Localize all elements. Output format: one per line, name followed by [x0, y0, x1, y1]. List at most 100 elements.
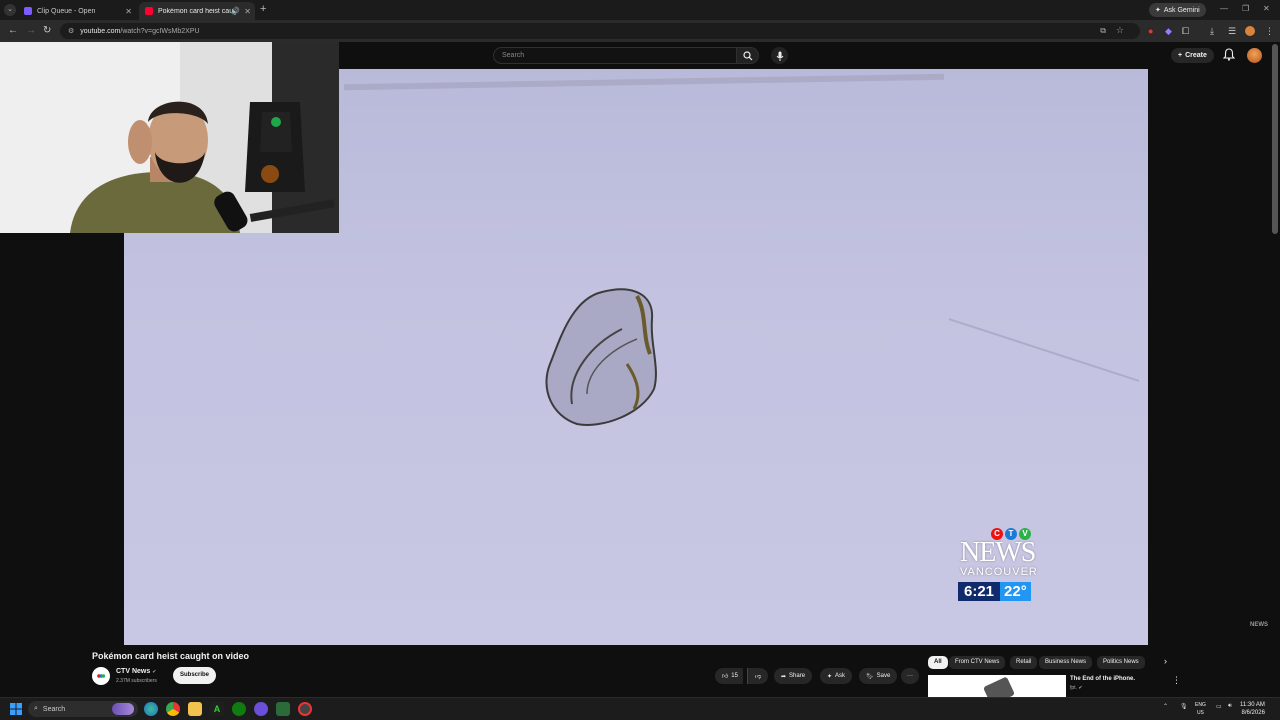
ctv-city-text: VANCOUVER [960, 566, 1038, 578]
menu-kebab-icon[interactable]: ⋮ [1265, 26, 1274, 37]
subscriber-count: 2.37M subscribers [116, 678, 157, 684]
site-info-icon[interactable]: ⚙ [68, 27, 74, 35]
xbox-icon[interactable] [232, 702, 246, 716]
chrome-icon[interactable] [166, 702, 180, 716]
ask-label: Ask [835, 673, 846, 679]
clip-queue-favicon-icon [24, 7, 32, 15]
windows-start-icon[interactable] [10, 703, 22, 715]
sidebar-icon[interactable]: ☰ [1228, 26, 1236, 37]
extension-red-icon[interactable]: ● [1148, 26, 1153, 36]
plus-icon: + [1178, 52, 1183, 59]
profile-avatar[interactable] [1245, 26, 1255, 36]
tab-search-button[interactable]: ⌄ [4, 4, 16, 16]
install-app-icon[interactable]: ⧉ [1100, 26, 1106, 36]
channel-name-text: CTV News [116, 668, 151, 675]
webcam-feed [0, 42, 339, 233]
thumbs-up-icon: 👍︎ [722, 674, 729, 680]
clock-date: 8/6/2026 [1241, 710, 1265, 716]
edge-icon[interactable] [144, 702, 158, 716]
recommended-thumbnail[interactable] [928, 675, 1066, 697]
chip-retail[interactable]: Retail [1010, 656, 1038, 669]
chip-politics-news[interactable]: Politics News [1097, 656, 1145, 669]
create-button[interactable]: + Create [1171, 48, 1214, 63]
search-icon [742, 50, 752, 60]
share-arrow-icon: ➦ [781, 673, 787, 680]
voice-search-button[interactable] [771, 47, 788, 64]
language-code: ENG [1195, 702, 1206, 708]
forward-icon[interactable]: → [26, 25, 36, 36]
microphone-icon [776, 51, 783, 61]
ask-gemini-button[interactable]: ✦ Ask Gemini [1149, 3, 1206, 17]
channel-name[interactable]: CTV News ✔ [116, 668, 156, 675]
page-scrollbar[interactable] [1272, 44, 1278, 234]
chip-all[interactable]: All [928, 656, 948, 669]
restore-icon[interactable]: ❐ [1242, 4, 1249, 13]
region-code: US [1196, 710, 1204, 716]
dislike-button[interactable]: 👎︎ [747, 668, 769, 684]
search-highlight-icon [112, 703, 134, 715]
browser-toolbar: ← → ↻ ⚙ youtube.com/watch?v=gcIWsMb2XPU … [0, 20, 1280, 42]
speaker-icon[interactable]: 🔊 [231, 7, 240, 15]
address-bar[interactable]: ⚙ youtube.com/watch?v=gcIWsMb2XPU ⧉ ☆ [60, 23, 1140, 39]
language-indicator[interactable]: ENG US [1195, 701, 1206, 717]
tray-overflow-icon[interactable]: ⌃ [1163, 703, 1168, 710]
obs-icon[interactable] [298, 702, 312, 716]
reload-icon[interactable]: ↻ [43, 25, 51, 36]
ctv-temperature: 22° [1000, 582, 1031, 601]
chip-from-ctv-news[interactable]: From CTV News [949, 656, 1006, 669]
extensions-puzzle-icon[interactable]: ⧠ [1182, 26, 1189, 37]
recommended-menu-icon[interactable]: ⋮ [1172, 675, 1181, 686]
ctv-brand-text: NEWS [960, 537, 1036, 568]
taskbar-search[interactable]: ⌕ Search [28, 701, 138, 717]
download-icon[interactable]: ⤓ [1210, 26, 1214, 37]
excel-icon[interactable] [276, 702, 290, 716]
ask-button[interactable]: ✦ Ask [820, 668, 853, 684]
file-explorer-icon[interactable] [188, 702, 202, 716]
save-button[interactable]: 🔖︎ Save [859, 668, 898, 684]
back-icon[interactable]: ← [8, 25, 18, 36]
ctv-news-logo: C T V NEWS VANCOUVER 6:21 22° [958, 528, 1048, 608]
discord-icon[interactable] [254, 702, 268, 716]
network-icon[interactable]: ▭ [1216, 703, 1222, 710]
gemini-sparkle-icon: ✦ [1155, 7, 1161, 14]
share-label: Share [789, 673, 806, 679]
ask-gemini-label: Ask Gemini [1163, 6, 1200, 14]
recommended-channel-name: fpt. [1070, 685, 1077, 691]
account-avatar[interactable] [1247, 48, 1262, 63]
app-a-icon[interactable]: A [210, 702, 224, 716]
tab-clip-queue[interactable]: Clip Queue - Open ✕ [18, 2, 136, 20]
notifications-bell-icon[interactable] [1222, 48, 1236, 66]
tab-pokemon-heist[interactable]: Pokémon card heist caugh 🔊 ✕ [139, 2, 255, 20]
chips-next-chevron-icon[interactable]: › [1164, 656, 1167, 666]
new-tab-button[interactable]: + [260, 3, 266, 15]
save-label: Save [876, 673, 891, 679]
microphone-tray-icon[interactable]: 🎙︎ [1180, 703, 1188, 710]
minimize-icon[interactable]: — [1220, 4, 1228, 13]
close-tab-icon[interactable]: ✕ [125, 7, 132, 16]
chip-business-news[interactable]: Business News [1039, 656, 1093, 669]
channel-avatar[interactable] [92, 667, 110, 685]
browser-tab-strip: ⌄ Clip Queue - Open ✕ Pokémon card heist… [0, 0, 1280, 20]
sparkle-icon: ✦ [827, 673, 833, 680]
extension-purple-icon[interactable]: ◆ [1165, 26, 1172, 37]
search-icon: ⌕ [34, 705, 38, 712]
search-button[interactable] [737, 47, 759, 64]
youtube-header: Search + Create [339, 42, 1280, 69]
system-clock[interactable]: 11:30 AM 8/6/2026 [1240, 701, 1265, 717]
thumbs-down-icon: 👎︎ [755, 674, 762, 680]
bookmark-star-icon[interactable]: ☆ [1116, 25, 1124, 36]
recommended-video-title[interactable]: The End of the iPhone. [1070, 676, 1135, 682]
url-path: /watch?v=gcIWsMb2XPU [120, 27, 200, 35]
search-input[interactable]: Search [493, 47, 737, 64]
share-button[interactable]: ➦ Share [774, 668, 813, 684]
like-count: 15 [731, 673, 738, 679]
channel-watermark[interactable]: NEWS [1250, 622, 1268, 628]
volume-icon[interactable]: 🔊︎ [1228, 703, 1232, 710]
close-tab-icon[interactable]: ✕ [244, 7, 251, 16]
tab-title: Pokémon card heist caugh [158, 7, 236, 15]
subscribe-button[interactable]: Subscribe [173, 667, 217, 684]
more-actions-button[interactable]: ··· [901, 668, 919, 684]
clock-time: 11:30 AM [1240, 702, 1265, 708]
like-button[interactable]: 👍︎ 15 [715, 668, 743, 684]
close-window-icon[interactable]: ✕ [1263, 4, 1270, 13]
